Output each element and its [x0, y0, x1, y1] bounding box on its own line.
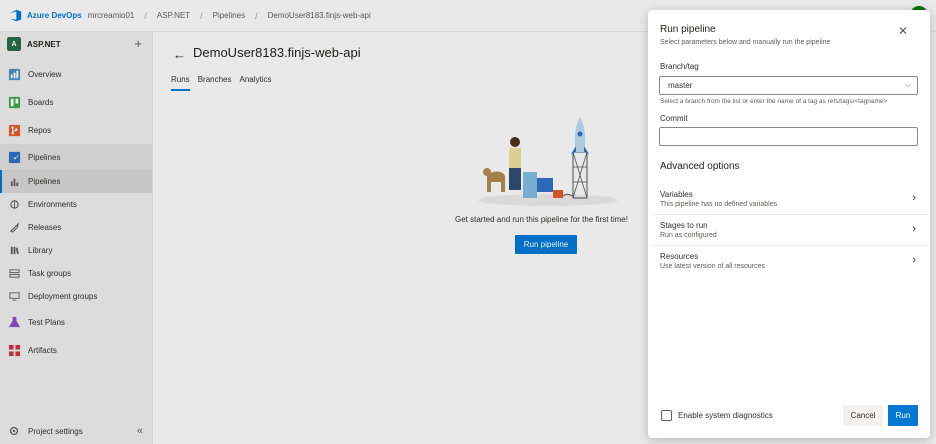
option-variables[interactable]: Variables This pipeline has no defined v…: [650, 184, 928, 215]
branch-select[interactable]: master ⌵: [659, 76, 918, 95]
option-stages-to-run[interactable]: Stages to run Run as configured ›: [650, 215, 928, 246]
option-subtitle: This pipeline has no defined variables: [660, 201, 778, 208]
chevron-right-icon: ›: [912, 192, 916, 204]
commit-input[interactable]: [659, 127, 918, 146]
diagnostics-checkbox[interactable]: [661, 410, 672, 421]
option-title: Resources: [660, 252, 699, 261]
chevron-right-icon: ›: [912, 254, 916, 266]
branch-select-value: master: [668, 81, 693, 90]
chevron-right-icon: ›: [912, 223, 916, 235]
cancel-button[interactable]: Cancel: [843, 405, 883, 426]
panel-subtitle: Select parameters below and manually run…: [660, 39, 831, 46]
branch-label: Branch/tag: [660, 62, 699, 71]
option-subtitle: Use latest version of all resources: [660, 263, 766, 270]
branch-hint: Select a branch from the list or enter t…: [660, 98, 888, 105]
commit-label: Commit: [660, 114, 688, 123]
option-resources[interactable]: Resources Use latest version of all reso…: [650, 246, 928, 277]
option-title: Variables: [660, 190, 693, 199]
panel-title: Run pipeline: [660, 24, 716, 35]
advanced-options-heading: Advanced options: [660, 161, 740, 172]
diagnostics-label[interactable]: Enable system diagnostics: [678, 411, 773, 420]
run-button[interactable]: Run: [888, 405, 918, 426]
option-title: Stages to run: [660, 221, 708, 230]
option-subtitle: Run as configured: [660, 232, 717, 239]
chevron-down-icon: ⌵: [904, 80, 911, 89]
run-pipeline-panel: Run pipeline Select parameters below and…: [648, 10, 930, 438]
close-icon[interactable]: ✕: [898, 24, 908, 38]
